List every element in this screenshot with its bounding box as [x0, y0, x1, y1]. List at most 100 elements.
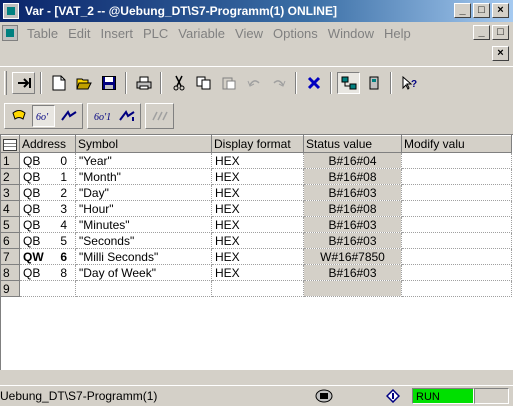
symbol-cell[interactable]: "Year" — [75, 152, 212, 169]
symbol-cell[interactable]: "Hour" — [75, 200, 212, 217]
address-cell[interactable]: QB 5 — [19, 232, 76, 249]
paste-icon[interactable] — [217, 72, 240, 94]
table-row[interactable]: 3 QB 2 "Day" HEX B#16#03 — [1, 184, 512, 201]
copy-icon[interactable] — [192, 72, 215, 94]
row-number[interactable]: 3 — [1, 184, 20, 201]
address-cell[interactable]: QB 1 — [19, 168, 76, 185]
symbol-cell[interactable]: "Month" — [75, 168, 212, 185]
app-icon[interactable] — [3, 3, 19, 19]
symbol-cell[interactable]: "Day" — [75, 184, 212, 201]
column-header-modify-value[interactable]: Modify valu — [401, 135, 512, 153]
menu-variable[interactable]: Variable — [173, 26, 230, 41]
row-number[interactable]: 5 — [1, 216, 20, 233]
modify-value-cell[interactable] — [401, 280, 512, 297]
accessible-nodes-icon[interactable] — [337, 71, 360, 94]
menu-table[interactable]: Table — [22, 26, 63, 41]
column-header-symbol[interactable]: Symbol — [75, 135, 212, 153]
display-format-cell[interactable] — [211, 280, 304, 297]
trigger-icon[interactable] — [7, 105, 30, 127]
redo-icon[interactable] — [267, 72, 290, 94]
symbol-cell[interactable]: "Seconds" — [75, 232, 212, 249]
monitor-icon[interactable]: 6o' — [32, 105, 55, 127]
symbol-cell[interactable]: "Milli Seconds" — [75, 248, 212, 265]
doc-close-button[interactable]: × — [492, 46, 509, 61]
open-icon[interactable] — [72, 72, 95, 94]
modify-value-cell[interactable] — [401, 216, 512, 233]
address-cell[interactable]: QB 8 — [19, 264, 76, 281]
modify-icon[interactable] — [57, 105, 80, 127]
monitor-once-icon[interactable]: 6o'1 — [90, 105, 113, 127]
title-bar[interactable]: Var - [VAT_2 -- @Uebung_DT\S7-Programm(1… — [0, 0, 513, 22]
modify-once-icon[interactable] — [115, 105, 138, 127]
display-format-cell[interactable]: HEX — [211, 152, 304, 169]
display-format-cell[interactable]: HEX — [211, 168, 304, 185]
modify-value-cell[interactable] — [401, 168, 512, 185]
modify-value-cell[interactable] — [401, 232, 512, 249]
row-number[interactable]: 4 — [1, 200, 20, 217]
display-format-cell[interactable]: HEX — [211, 200, 304, 217]
column-header-status-value[interactable]: Status value — [303, 135, 402, 153]
maximize-button[interactable]: □ — [473, 3, 490, 18]
table-row[interactable]: 5 QB 4 "Minutes" HEX B#16#03 — [1, 216, 512, 233]
modify-value-cell[interactable] — [401, 200, 512, 217]
table-row[interactable]: 8 QB 8 "Day of Week" HEX B#16#03 — [1, 264, 512, 281]
doc-minimize-button[interactable]: _ — [473, 25, 490, 40]
column-header-display-format[interactable]: Display format — [211, 135, 304, 153]
display-format-cell[interactable]: HEX — [211, 216, 304, 233]
menu-view[interactable]: View — [230, 26, 268, 41]
table-corner[interactable] — [1, 135, 20, 153]
symbol-cell[interactable] — [75, 280, 212, 297]
address-cell[interactable]: QB 3 — [19, 200, 76, 217]
column-header-address[interactable]: Address — [19, 135, 76, 153]
address-cell[interactable]: QB 0 — [19, 152, 76, 169]
menu-options[interactable]: Options — [268, 26, 323, 41]
table-row[interactable]: 4 QB 3 "Hour" HEX B#16#08 — [1, 200, 512, 217]
delete-icon[interactable] — [302, 72, 325, 94]
force-icon[interactable] — [148, 105, 171, 127]
row-number[interactable]: 2 — [1, 168, 20, 185]
address-cell[interactable]: QB 4 — [19, 216, 76, 233]
cut-icon[interactable] — [167, 72, 190, 94]
table-row[interactable]: 2 QB 1 "Month" HEX B#16#08 — [1, 168, 512, 185]
row-number[interactable]: 8 — [1, 264, 20, 281]
display-format-cell[interactable]: HEX — [211, 184, 304, 201]
status-path: Uebung_DT\S7-Programm(1) — [0, 389, 158, 403]
new-icon[interactable] — [47, 72, 70, 94]
connect-icon[interactable] — [362, 72, 385, 94]
doc-restore-button[interactable]: □ — [492, 25, 509, 40]
display-format-cell[interactable]: HEX — [211, 264, 304, 281]
undo-icon[interactable] — [242, 72, 265, 94]
row-number[interactable]: 9 — [1, 280, 20, 297]
modify-value-cell[interactable] — [401, 152, 512, 169]
address-cell[interactable] — [19, 280, 76, 297]
modify-value-cell[interactable] — [401, 184, 512, 201]
minimize-button[interactable]: _ — [454, 3, 471, 18]
display-format-cell[interactable]: HEX — [211, 248, 304, 265]
row-number[interactable]: 6 — [1, 232, 20, 249]
menu-edit[interactable]: Edit — [63, 26, 95, 41]
symbol-cell[interactable]: "Minutes" — [75, 216, 212, 233]
symbol-cell[interactable]: "Day of Week" — [75, 264, 212, 281]
table-row[interactable]: 1 QB 0 "Year" HEX B#16#04 — [1, 152, 512, 169]
table-row[interactable]: 7 QW 6 "Milli Seconds" HEX W#16#7850 — [1, 248, 512, 265]
print-icon[interactable] — [132, 72, 155, 94]
modify-value-cell[interactable] — [401, 248, 512, 265]
menu-insert[interactable]: Insert — [95, 26, 138, 41]
close-button[interactable]: × — [492, 3, 509, 18]
save-icon[interactable] — [97, 72, 120, 94]
row-number[interactable]: 1 — [1, 152, 20, 169]
modify-value-cell[interactable] — [401, 264, 512, 281]
document-icon[interactable] — [2, 25, 18, 41]
menu-help[interactable]: Help — [379, 26, 416, 41]
menu-window[interactable]: Window — [323, 26, 379, 41]
table-row[interactable]: 9 — [1, 280, 512, 297]
menu-plc[interactable]: PLC — [138, 26, 173, 41]
toolbar-grip[interactable] — [4, 70, 7, 95]
row-number[interactable]: 7 — [1, 248, 20, 265]
table-row[interactable]: 6 QB 5 "Seconds" HEX B#16#03 — [1, 232, 512, 249]
address-cell[interactable]: QW 6 — [19, 248, 76, 265]
help-icon[interactable]: ? — [397, 72, 420, 94]
display-format-cell[interactable]: HEX — [211, 232, 304, 249]
insert-row-icon[interactable] — [12, 71, 35, 94]
address-cell[interactable]: QB 2 — [19, 184, 76, 201]
